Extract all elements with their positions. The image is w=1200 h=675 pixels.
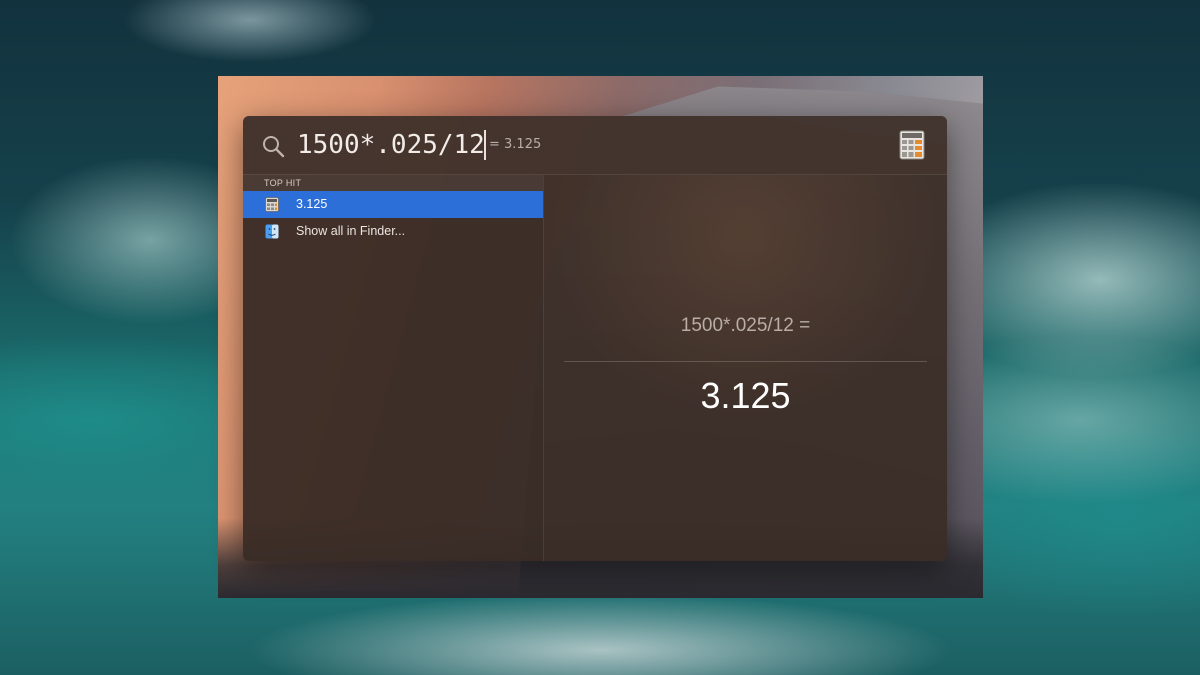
section-header-top-hit: TOP HIT [243,175,543,191]
result-item-show-all-in-finder[interactable]: Show all in Finder... [243,218,543,245]
calculator-app-icon [899,130,925,160]
finder-icon [265,224,279,239]
calculation-preview: 1500*.025/12 = 3.125 [544,175,947,561]
search-input[interactable]: 1500*.025/12 [297,126,485,164]
preview-expression: 1500*.025/12 = [680,315,811,336]
result-item-label: 3.125 [296,197,328,211]
results-list: TOP HIT 3.125 Show all in Finder... [243,175,543,561]
result-item-label: Show all in Finder... [296,224,406,238]
result-item-calculator[interactable]: 3.125 [243,191,543,218]
preview-divider [564,361,927,362]
search-icon [263,136,285,158]
spotlight-search-bar[interactable]: 1500*.025/12 = 3.125 [243,116,947,174]
calculator-icon [265,197,279,212]
spotlight-window: 1500*.025/12 = 3.125 TOP HIT 3.125 Show … [243,116,947,561]
preview-answer: 3.125 [700,375,791,416]
text-caret [484,130,486,160]
inline-result: = 3.125 [489,137,542,152]
